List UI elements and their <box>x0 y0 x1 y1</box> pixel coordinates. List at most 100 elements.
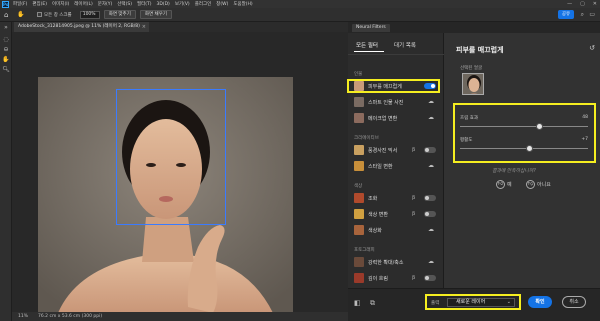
section-color: 색상 <box>354 184 363 189</box>
landscape-mixer-thumbnail <box>354 145 364 155</box>
zoom-input[interactable]: 100% <box>79 10 100 19</box>
document-tab[interactable]: AdobeStock_312814905.jpeg @ 11% (레이어 2, … <box>14 22 149 32</box>
tab-waitlist[interactable]: 대기 목록 <box>394 41 416 49</box>
menu-type[interactable]: 문자(Y) <box>98 1 113 7</box>
toggle-knob <box>425 148 429 152</box>
toggle-knob <box>425 212 429 216</box>
thumbs-up-icon: 👍︎ <box>496 180 505 189</box>
workspace-icon[interactable]: ▭ <box>589 11 595 18</box>
color-transfer-toggle[interactable] <box>424 211 436 217</box>
filter-item-smart-portrait[interactable]: 스마트 인물 사진 ☁ <box>348 95 444 110</box>
options-bar: ⌂ ✋ 모든 창 스크롤 100% 화면 맞추기 화면 채우기 공유 ⌕ ▭ <box>0 8 600 22</box>
menu-file[interactable]: 파일(F) <box>13 1 27 7</box>
depth-blur-toggle[interactable] <box>424 275 436 281</box>
tools-panel: » ◌ ⊖ ✋ 🔍︎ <box>0 22 12 321</box>
output-selector: 출력 새로운 레이어 ⌄ <box>425 294 521 310</box>
landscape-mixer-toggle[interactable] <box>424 147 436 153</box>
portrait-photo[interactable] <box>38 77 293 313</box>
filter-item-makeup-transfer[interactable]: 메이크업 변환 ☁ <box>348 111 444 126</box>
harmonization-thumbnail <box>354 193 364 203</box>
maximize-button[interactable]: ▢ <box>580 1 585 7</box>
close-window-button[interactable]: ✕ <box>593 1 597 7</box>
beta-badge: β <box>412 275 416 281</box>
filter-settings-panel: 피부를 매끄럽게 ↺ 선택된 얼굴 흐림 효과 48 평활도 +7 결과에 만족… <box>444 33 600 288</box>
filter-item-label: 강력한 확대/축소 <box>368 260 404 266</box>
menu-filter[interactable]: 필터(T) <box>137 1 152 7</box>
menu-edit[interactable]: 편집(E) <box>32 1 47 7</box>
menu-image[interactable]: 이미지(I) <box>52 1 69 7</box>
face-detection-frame <box>116 89 226 225</box>
search-icon[interactable]: ⌕ <box>581 11 584 19</box>
menu-select[interactable]: 선택(S) <box>117 1 132 7</box>
filter-item-label: 조화 <box>368 196 378 202</box>
menu-view[interactable]: 보기(V) <box>175 1 190 7</box>
beta-badge: β <box>412 147 416 153</box>
cloud-download-icon[interactable]: ☁ <box>428 258 434 265</box>
preview-toggle-icon[interactable]: ◧ <box>354 299 361 307</box>
feedback-no-button[interactable]: 👎︎ 아니요 <box>526 179 551 190</box>
neural-filters-tab[interactable]: Neural Filters <box>352 24 390 32</box>
cancel-button[interactable]: 취소 <box>562 296 586 308</box>
status-zoom[interactable]: 11% <box>18 312 28 321</box>
minimize-button[interactable]: — <box>567 1 572 7</box>
output-dropdown[interactable]: 새로운 레이어 ⌄ <box>447 298 515 307</box>
menu-3d[interactable]: 3D(D) <box>157 2 170 7</box>
smoothness-slider-track[interactable] <box>460 148 588 149</box>
harmonization-toggle[interactable] <box>424 195 436 201</box>
hand-tool-icon[interactable]: ✋ <box>2 56 10 64</box>
filter-tabs: 모든 필터 대기 목록 <box>348 33 444 55</box>
filter-item-harmonization[interactable]: 조화 β <box>348 191 444 206</box>
status-bar: 11% 76.2 cm x 53.6 cm (300 ppi) <box>12 312 348 321</box>
cloud-download-icon[interactable]: ☁ <box>428 114 434 121</box>
fill-screen-button[interactable]: 화면 채우기 <box>139 10 172 19</box>
scroll-all-windows-checkbox[interactable]: 모든 창 스크롤 <box>37 12 72 18</box>
cloud-download-icon[interactable]: ☁ <box>428 98 434 105</box>
feedback-no-label: 아니요 <box>537 182 551 188</box>
output-label: 출력 <box>431 301 440 306</box>
blur-slider-track[interactable] <box>460 126 588 127</box>
filter-item-depth-blur[interactable]: 깊이 흐림 β <box>348 271 444 286</box>
layers-stack-icon[interactable]: ⧉ <box>370 299 375 308</box>
blur-slider-handle[interactable] <box>535 123 543 130</box>
photoshop-window: Ps 파일(F) 편집(E) 이미지(I) 레이어(L) 문자(Y) 선택(S)… <box>0 0 600 321</box>
filter-item-label: 메이크업 변환 <box>368 116 398 122</box>
settings-title: 피부를 매끄럽게 <box>456 46 504 54</box>
share-button[interactable]: 공유 <box>558 10 574 19</box>
zoom-tool-icon[interactable]: 🔍︎ <box>2 66 10 74</box>
fit-screen-button[interactable]: 화면 맞추기 <box>103 10 136 19</box>
tab-all-filters[interactable]: 모든 필터 <box>356 41 378 49</box>
hand-tool-icon[interactable]: ✋ <box>17 11 27 18</box>
expand-tools-icon[interactable]: » <box>2 24 10 32</box>
filter-item-color-transfer[interactable]: 색상 변환 β <box>348 207 444 222</box>
ok-button[interactable]: 확인 <box>528 296 552 308</box>
feedback-yes-button[interactable]: 👍︎ 예 <box>496 179 512 190</box>
toggle-knob <box>425 276 429 280</box>
filter-item-super-zoom[interactable]: 강력한 확대/축소 ☁ <box>348 255 444 270</box>
photoshop-logo: Ps <box>2 0 9 8</box>
menu-layer[interactable]: 레이어(L) <box>74 1 92 7</box>
beta-badge: β <box>412 211 416 217</box>
close-document-icon[interactable]: × <box>142 22 146 32</box>
ellipse-tool-icon[interactable]: ◌ <box>2 36 10 44</box>
smoothness-slider-handle[interactable] <box>525 145 533 152</box>
cloud-download-icon[interactable]: ☁ <box>428 226 434 233</box>
highlight-active-filter <box>347 79 440 93</box>
menu-help[interactable]: 도움말(H) <box>233 1 252 7</box>
selected-face-thumbnail[interactable] <box>462 73 484 95</box>
menu-plugins[interactable]: 플러그인 <box>195 1 212 7</box>
filter-item-landscape-mixer[interactable]: 풍경사진 믹서 β <box>348 143 444 158</box>
filter-item-style-transfer[interactable]: 스타일 변환 ☁ <box>348 159 444 174</box>
filter-item-label: 풍경사진 믹서 <box>368 148 398 154</box>
canvas-area[interactable] <box>12 32 348 313</box>
scroll-all-windows-label: 모든 창 스크롤 <box>44 12 72 18</box>
output-dropdown-value: 새로운 레이어 <box>456 299 486 305</box>
filter-item-label: 스타일 변환 <box>368 164 393 170</box>
remove-tool-icon[interactable]: ⊖ <box>2 46 10 54</box>
filter-item-colorize[interactable]: 색상화 ☁ <box>348 223 444 238</box>
home-icon[interactable]: ⌂ <box>4 11 13 19</box>
reset-icon[interactable]: ↺ <box>589 44 595 52</box>
checkbox-box[interactable] <box>37 12 42 17</box>
cloud-download-icon[interactable]: ☁ <box>428 162 434 169</box>
menu-window[interactable]: 창(W) <box>216 1 228 7</box>
section-creative: 크리에이티브 <box>354 136 379 141</box>
